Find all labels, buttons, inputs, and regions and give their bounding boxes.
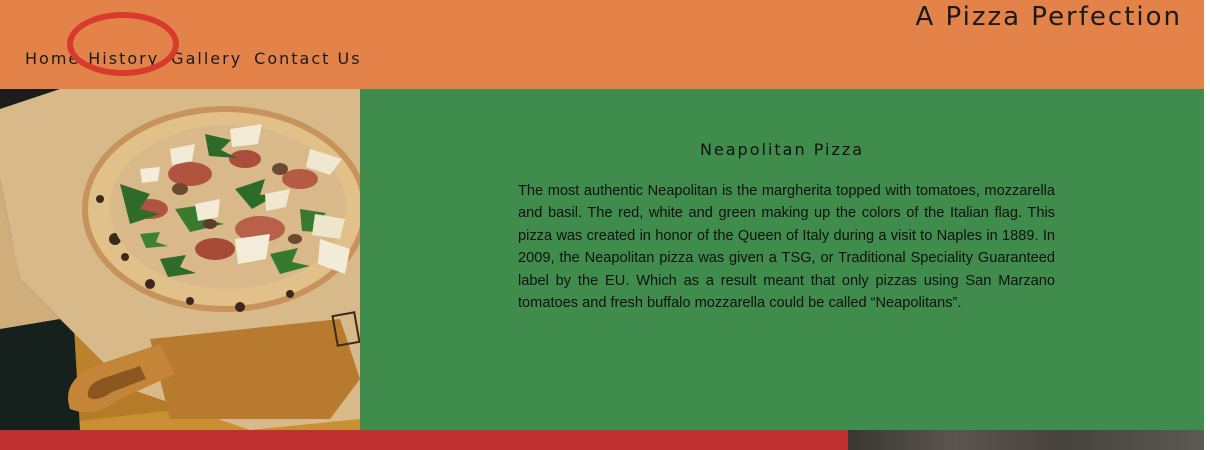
page: A Pizza Perfection Home History Gallery … (0, 0, 1210, 450)
site-title: A Pizza Perfection (915, 2, 1182, 32)
site-header: A Pizza Perfection Home History Gallery … (0, 0, 1204, 89)
nav-link-home[interactable]: Home (25, 49, 80, 69)
nav-link-history[interactable]: History (88, 49, 159, 69)
main-nav: Home History Gallery Contact Us (25, 49, 362, 69)
pizza-photo (0, 89, 360, 430)
neapolitan-content-panel: Neapolitan Pizza The most authentic Neap… (360, 89, 1204, 430)
next-section-photo (848, 430, 1204, 450)
nav-link-gallery[interactable]: Gallery (171, 49, 242, 69)
nav-link-contact-us[interactable]: Contact Us (254, 49, 361, 69)
section-heading: Neapolitan Pizza (699, 140, 865, 159)
next-section-red-band (0, 430, 848, 450)
page-right-edge (1204, 0, 1210, 450)
section-body-text: The most authentic Neapolitan is the mar… (518, 183, 1055, 312)
